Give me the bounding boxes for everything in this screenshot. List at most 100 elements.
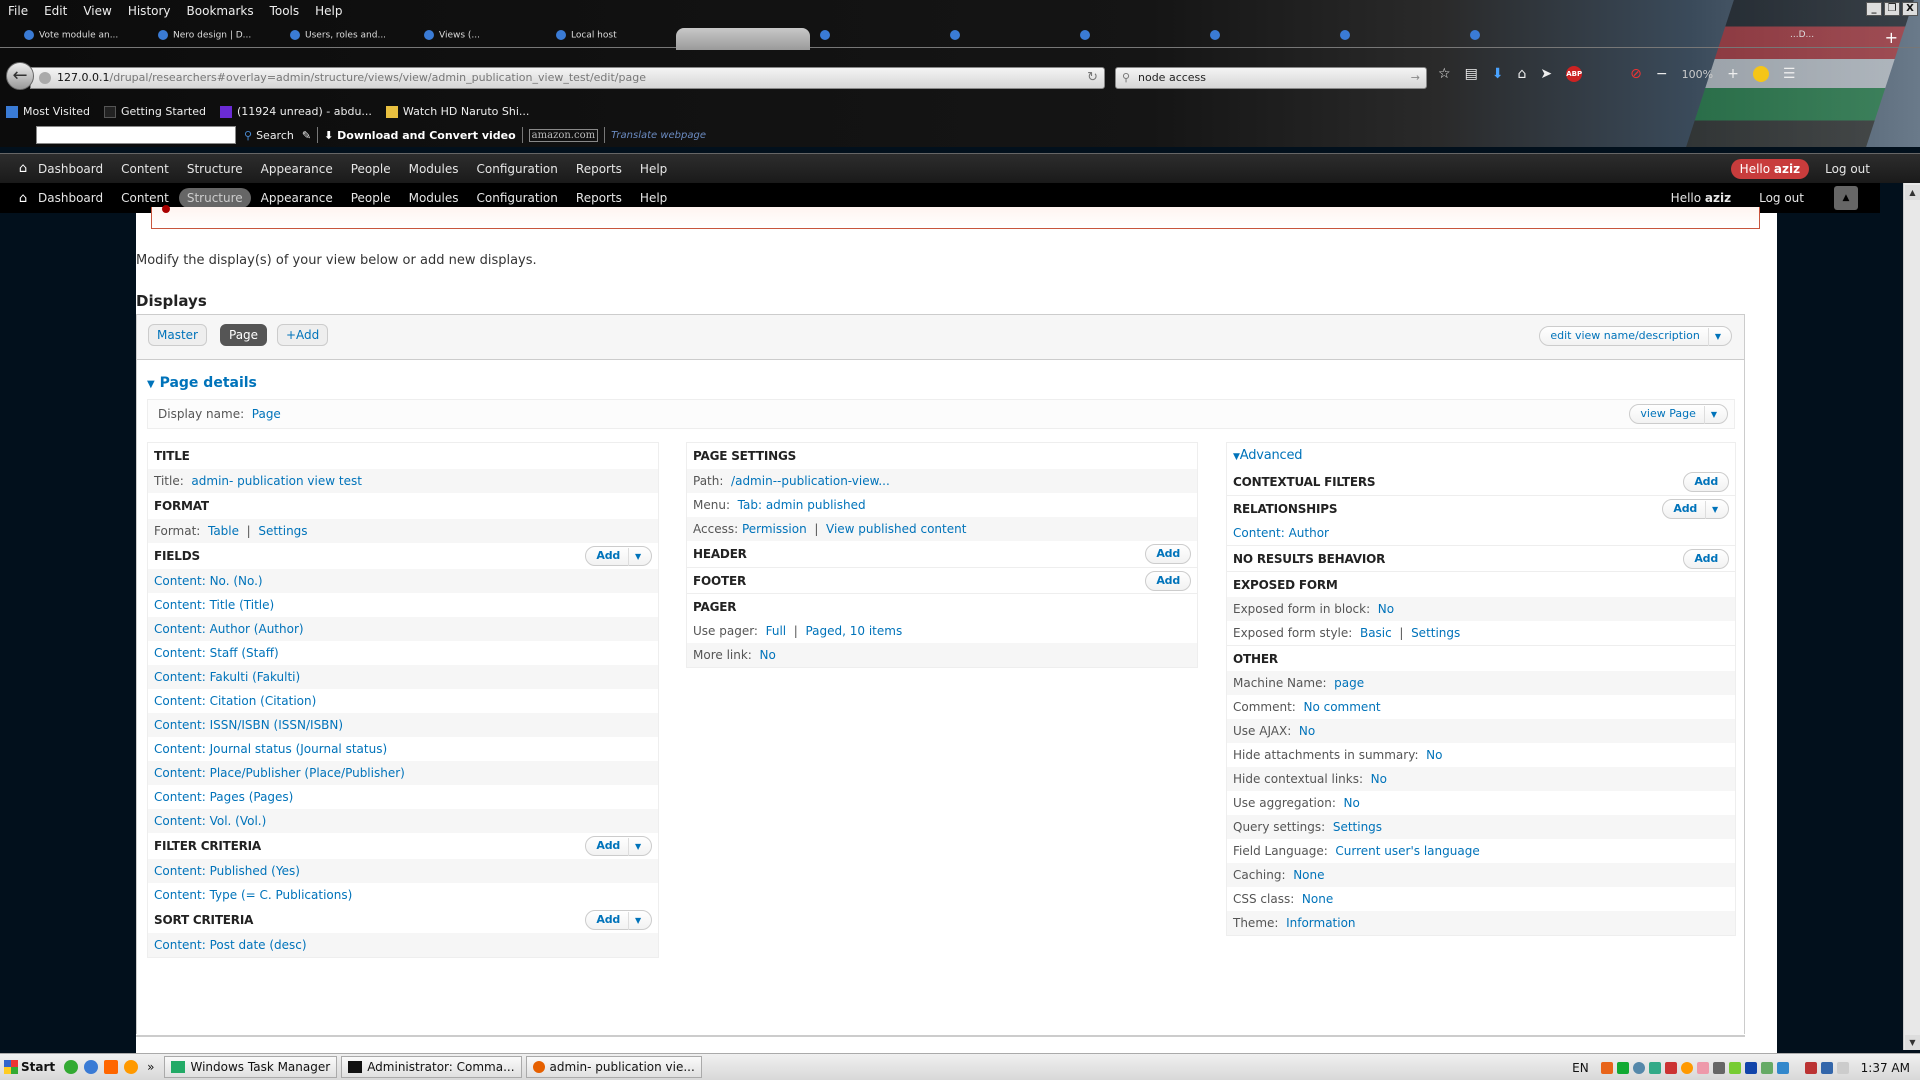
speaker-icon[interactable]: [1664, 1061, 1677, 1074]
taskbar-window-cmd[interactable]: Administrator: Comma...: [341, 1056, 522, 1078]
nav-modules[interactable]: Modules: [401, 188, 467, 208]
browser-tab[interactable]: Local host: [556, 30, 666, 44]
chevron-down-icon[interactable]: ▼: [628, 912, 641, 930]
more-quicklaunch-icon[interactable]: »: [147, 1060, 154, 1074]
toolbar-toggle-button[interactable]: ▲: [1834, 186, 1858, 210]
smiley-addon-icon[interactable]: [1752, 66, 1769, 82]
bluetooth-icon[interactable]: [1744, 1061, 1757, 1074]
minimize-button[interactable]: _: [1866, 2, 1882, 16]
browser-tab[interactable]: Users, roles and...: [290, 30, 400, 44]
browser-tab[interactable]: ...D...: [1790, 30, 1840, 44]
exposed-style-link[interactable]: Basic: [1360, 626, 1392, 640]
addon-search-button[interactable]: Search: [256, 129, 294, 142]
browser-tab[interactable]: [1080, 30, 1180, 44]
tray-app-icon[interactable]: [1616, 1061, 1629, 1074]
browser-tab[interactable]: Nero design | D...: [158, 30, 268, 44]
bookmark-most-visited[interactable]: Most Visited: [6, 105, 90, 118]
zoom-in-icon[interactable]: +: [1727, 66, 1739, 82]
utorrent-icon[interactable]: [64, 1060, 79, 1074]
chevron-down-icon[interactable]: ▼: [1707, 328, 1721, 346]
nav-help[interactable]: Help: [632, 159, 675, 179]
footer-add-button[interactable]: Add: [1145, 571, 1191, 591]
addon-search-combo[interactable]: [36, 126, 236, 144]
hello-user-badge[interactable]: Hello aziz: [1730, 158, 1810, 179]
bookmark-naruto[interactable]: Watch HD Naruto Shi...: [385, 105, 529, 118]
power-icon[interactable]: [1804, 1061, 1817, 1074]
pager-type-link[interactable]: Full: [766, 624, 787, 638]
browser-tab[interactable]: [950, 30, 1050, 44]
chevron-down-icon[interactable]: ▼: [1705, 501, 1718, 519]
taskbar-window-task-manager[interactable]: Windows Task Manager: [164, 1056, 338, 1078]
zoom-out-icon[interactable]: −: [1656, 66, 1668, 82]
restore-button[interactable]: ❐: [1884, 2, 1900, 16]
nav-people[interactable]: People: [343, 159, 399, 179]
download-icon[interactable]: ⬇: [1492, 66, 1504, 82]
quicklaunch-app-icon[interactable]: [124, 1060, 139, 1074]
filter-add-button[interactable]: Add ▼: [585, 836, 652, 856]
menu-bookmarks[interactable]: Bookmarks: [179, 0, 262, 22]
bookmark-star-icon[interactable]: ☆: [1438, 66, 1451, 82]
contextual-add-button[interactable]: Add: [1683, 472, 1729, 492]
nav-help[interactable]: Help: [632, 188, 675, 208]
nav-content[interactable]: Content: [113, 159, 177, 179]
chevron-down-icon[interactable]: ▼: [628, 548, 641, 566]
nav-dashboard[interactable]: Dashboard: [30, 188, 111, 208]
logout-link[interactable]: Log out: [1751, 188, 1812, 208]
nvidia-icon[interactable]: [1728, 1061, 1741, 1074]
title-link[interactable]: admin- publication view test: [191, 474, 362, 488]
nav-configuration[interactable]: Configuration: [469, 159, 566, 179]
tray-app-icon[interactable]: [1648, 1061, 1661, 1074]
menu-file[interactable]: File: [0, 0, 36, 22]
advanced-toggle[interactable]: ▼Advanced: [1227, 443, 1735, 469]
chevron-down-icon[interactable]: ▼: [1703, 406, 1717, 424]
send-icon[interactable]: ➤: [1540, 66, 1552, 82]
menu-view[interactable]: View: [75, 0, 119, 22]
add-display-button[interactable]: +Add: [277, 324, 329, 346]
bookmark-getting-started[interactable]: Getting Started: [103, 105, 206, 118]
new-tab-button[interactable]: +: [1885, 28, 1898, 47]
download-video-button[interactable]: ⬇ Download and Convert video: [324, 129, 516, 142]
amazon-button[interactable]: amazon.com: [528, 128, 599, 142]
nav-structure[interactable]: Structure: [178, 188, 251, 208]
nav-appearance[interactable]: Appearance: [253, 159, 341, 179]
menu-history[interactable]: History: [120, 0, 179, 22]
home-icon[interactable]: ⌂: [0, 191, 30, 206]
scroll-down-icon[interactable]: ▼: [1905, 1035, 1920, 1050]
format-link[interactable]: Table: [208, 524, 239, 538]
view-page-button[interactable]: view Page ▼: [1629, 404, 1728, 424]
tab-master[interactable]: Master: [148, 324, 207, 346]
more-link-value[interactable]: No: [759, 648, 775, 662]
browser-tab[interactable]: [820, 30, 920, 44]
sort-add-button[interactable]: Add ▼: [585, 910, 652, 930]
translate-button[interactable]: Translate webpage: [611, 130, 706, 141]
nav-modules[interactable]: Modules: [401, 159, 467, 179]
fields-add-button[interactable]: Add ▼: [585, 546, 652, 566]
adblock-icon[interactable]: ABP: [1566, 66, 1583, 82]
nav-appearance[interactable]: Appearance: [253, 188, 341, 208]
browser-tab[interactable]: Vote module an...: [24, 30, 134, 44]
header-add-button[interactable]: Add: [1145, 544, 1191, 564]
home-icon[interactable]: ⌂: [0, 161, 30, 176]
edit-view-name-button[interactable]: edit view name/description ▼: [1539, 326, 1732, 346]
path-link[interactable]: /admin--publication-view...: [731, 474, 890, 488]
tray-app-icon[interactable]: [1632, 1061, 1645, 1074]
quicklaunch-app-icon[interactable]: [104, 1060, 119, 1074]
scroll-up-icon[interactable]: ▲: [1905, 185, 1920, 200]
url-bar[interactable]: 127.0.0.1/drupal/researchers#overlay=adm…: [30, 67, 1105, 89]
tray-app-icon[interactable]: [1680, 1061, 1693, 1074]
format-settings-link[interactable]: Settings: [258, 524, 307, 538]
language-indicator[interactable]: EN: [1572, 1061, 1589, 1075]
start-button[interactable]: Start: [0, 1060, 61, 1074]
page-scrollbar[interactable]: ▲ ▼: [1903, 183, 1920, 1050]
menu-link[interactable]: Tab: admin published: [738, 498, 866, 512]
network-icon[interactable]: [1820, 1061, 1833, 1074]
tray-app-icon[interactable]: [1776, 1061, 1789, 1074]
browser-tab[interactable]: [1340, 30, 1440, 44]
logout-link[interactable]: Log out: [1817, 159, 1878, 179]
hello-user[interactable]: Hello aziz: [1663, 188, 1739, 208]
clock[interactable]: 1:37 AM: [1861, 1061, 1910, 1075]
nav-structure[interactable]: Structure: [179, 159, 251, 179]
menu-edit[interactable]: Edit: [36, 0, 75, 22]
search-bar[interactable]: ⚲ node access →: [1115, 67, 1427, 89]
zoom-level[interactable]: 100%: [1682, 68, 1713, 81]
